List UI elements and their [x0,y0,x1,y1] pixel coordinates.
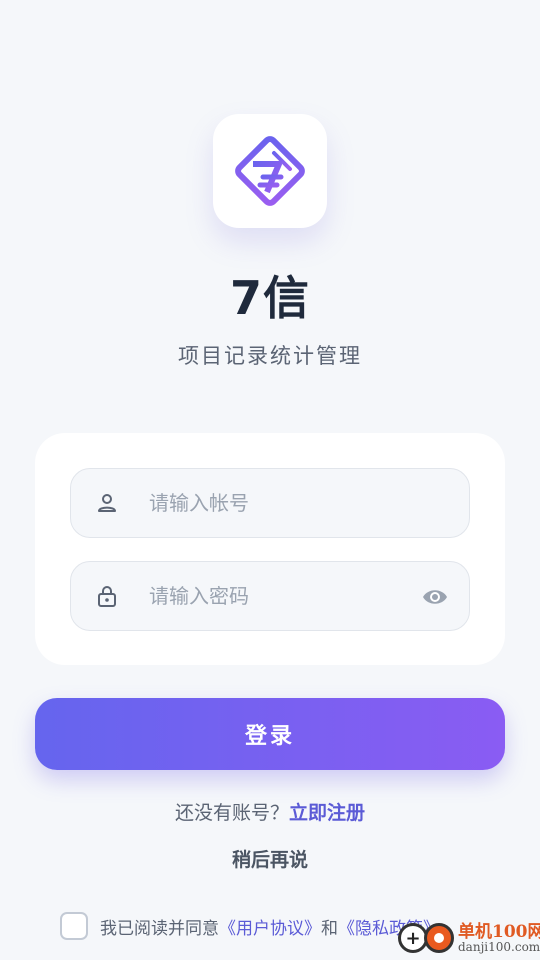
agreement-and: 和 [321,918,338,939]
lock-icon [98,586,116,607]
user-agreement-link[interactable]: 《用户协议》 [219,914,321,939]
agreement-row: 我已阅读并同意 《用户协议》 和 《隐私政策》 [60,911,440,941]
password-input[interactable] [149,562,409,630]
register-link[interactable]: 立即注册 [289,802,365,824]
watermark: + 单机100网 danji100.com [398,915,540,960]
app-name: 7信 [229,271,310,325]
user-icon [98,494,116,512]
username-input[interactable] [149,469,409,537]
watermark-dot-icon [424,923,454,953]
register-line: 还没有账号？立即注册 [0,798,540,825]
agreement-prefix: 我已阅读并同意 [100,918,219,939]
agreement-checkbox[interactable] [60,912,88,940]
password-field[interactable] [70,561,470,631]
login-button[interactable]: 登录 [35,698,505,770]
login-card [35,433,505,665]
username-field[interactable] [70,468,470,538]
app-logo [213,114,327,228]
later-button[interactable]: 稍后再说 [0,845,540,872]
register-prompt: 还没有账号？ [174,802,289,824]
app-subtitle: 项目记录统计管理 [178,344,362,368]
watermark-title: 单机100网 [458,922,540,942]
app-logo-icon [235,136,305,206]
eye-icon[interactable] [421,584,449,610]
watermark-url: danji100.com [458,940,540,954]
